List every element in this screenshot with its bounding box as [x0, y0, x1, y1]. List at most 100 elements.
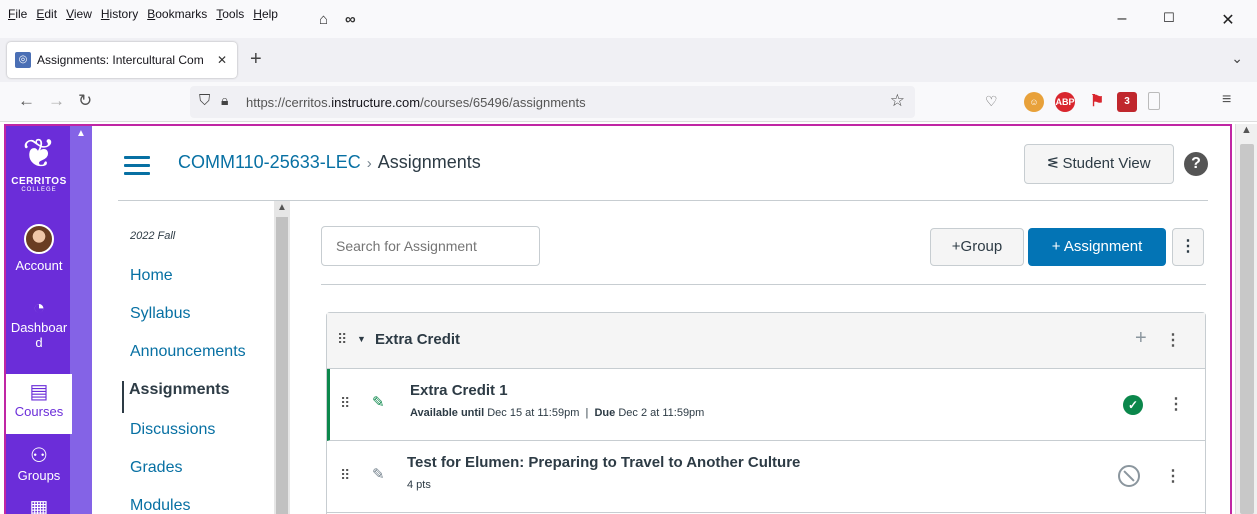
assignment-title[interactable]: Extra Credit 1	[410, 382, 508, 399]
nav-account-label: Account	[15, 258, 63, 273]
assignment-group-title[interactable]: Extra Credit	[375, 331, 460, 348]
reload-icon[interactable]: ↻	[78, 91, 92, 111]
logo-name: CERRITOS	[11, 176, 67, 187]
assignment-row[interactable]: ⠿ ✎ Test for Elumen: Preparing to Travel…	[327, 441, 1205, 513]
tab-assignments[interactable]: ◎ Assignments: Intercultural Com ✕	[7, 42, 237, 78]
scroll-up-icon[interactable]: ▲	[76, 128, 86, 139]
assignment-row[interactable]: ⠿ ✎ Extra Credit 1 Available until Dec 1…	[327, 369, 1205, 441]
page-scroll-thumb[interactable]	[1240, 144, 1254, 514]
course-nav-grades[interactable]: Grades	[125, 459, 182, 477]
course-nav-scrollbar[interactable]: ▲	[274, 201, 290, 514]
drag-handle-icon[interactable]: ⠿	[340, 467, 350, 484]
nav-calendar[interactable]: ▦	[6, 496, 72, 514]
course-menu-toggle[interactable]	[124, 156, 150, 180]
breadcrumb: COMM110-25633-LEC › Assignments	[178, 152, 481, 173]
nav-courses[interactable]: ▤ Courses	[6, 374, 72, 434]
unpublished-icon[interactable]	[1118, 465, 1140, 487]
nav-courses-label: Courses	[14, 404, 64, 419]
close-window-icon[interactable]: ✕	[1218, 10, 1238, 30]
breadcrumb-separator: ›	[366, 155, 372, 172]
menu-file[interactable]: File	[8, 7, 27, 21]
url-bar[interactable]: ⛉ 🔒︎ https://cerritos.instructure.com/co…	[190, 86, 915, 118]
drag-handle-icon[interactable]: ⠿	[340, 395, 350, 412]
adblock-icon[interactable]: ABP	[1055, 92, 1075, 112]
course-nav-syllabus[interactable]: Syllabus	[125, 305, 190, 323]
breadcrumb-course[interactable]: COMM110-25633-LEC	[178, 152, 361, 172]
cerritos-logo[interactable]: ❦ CERRITOS COLLEGE	[6, 132, 72, 193]
scroll-up-icon[interactable]: ▲	[277, 202, 287, 213]
course-nav-announcements[interactable]: Announcements	[125, 343, 246, 361]
student-view-label: Student View	[1062, 155, 1151, 172]
maximize-icon[interactable]: ☐	[1159, 10, 1179, 26]
bird-logo-icon: ❦	[22, 132, 56, 176]
nav-dashboard-label-line2: d	[35, 335, 43, 350]
extension-flag-icon[interactable]: ⚑	[1087, 92, 1107, 112]
nav-groups[interactable]: ⚇ Groups	[6, 444, 72, 483]
assignment-points: 4 pts	[407, 479, 431, 491]
drag-handle-icon[interactable]: ⠿	[337, 331, 347, 348]
term-label: 2022 Fall	[130, 230, 176, 242]
global-nav-scrollbar[interactable]: ▲	[70, 126, 92, 514]
infinity-icon[interactable]: ∞	[345, 11, 356, 28]
nav-groups-label: Groups	[17, 468, 61, 483]
menu-help[interactable]: Help	[253, 7, 278, 21]
add-assignment-button[interactable]: + Assignment	[1028, 228, 1166, 266]
add-group-button[interactable]: +Group	[930, 228, 1024, 266]
assignment-dates: Available until Dec 15 at 11:59pm | Due …	[410, 407, 705, 419]
canvas-favicon-icon: ◎	[15, 52, 31, 68]
bookmark-star-icon[interactable]: ☆	[890, 91, 905, 111]
collapse-caret-icon[interactable]: ▼	[357, 334, 366, 344]
scroll-up-icon[interactable]: ▲	[1241, 124, 1252, 136]
tracking-shield-icon[interactable]: ⛉	[199, 92, 210, 109]
student-view-button[interactable]: ᓬ Student View	[1024, 144, 1174, 184]
help-icon[interactable]: ?	[1184, 152, 1208, 176]
minimize-icon[interactable]: –	[1112, 10, 1132, 28]
new-tab-icon[interactable]: +	[250, 48, 262, 71]
avatar	[24, 224, 54, 254]
menu-history[interactable]: History	[101, 7, 138, 21]
menu-bookmarks[interactable]: Bookmarks	[147, 7, 207, 21]
forward-icon[interactable]: →	[48, 91, 65, 111]
tab-close-icon[interactable]: ✕	[217, 53, 227, 67]
navigation-toolbar: ← → ↻ ⛉ 🔒︎ https://cerritos.instructure.…	[0, 82, 1257, 122]
extension-blank-icon[interactable]	[1148, 92, 1160, 110]
assignment-icon: ✎	[372, 466, 385, 483]
add-to-group-icon[interactable]: +	[1135, 327, 1147, 350]
lock-icon[interactable]: 🔒︎	[221, 92, 228, 109]
settings-kebab-icon[interactable]: ⋮	[1172, 228, 1204, 266]
search-assignment-input[interactable]	[321, 226, 540, 266]
canvas-page: ▲ ❦ CERRITOS COLLEGE Account ◔ Dashboar …	[4, 124, 1232, 514]
assignment-icon: ✎	[372, 394, 385, 411]
menu-view[interactable]: View	[66, 7, 92, 21]
app-menu-icon[interactable]: ≡	[1222, 91, 1231, 109]
course-nav-discussions[interactable]: Discussions	[125, 421, 215, 439]
assignment-kebab-icon[interactable]: ⋮	[1168, 394, 1184, 414]
nav-dashboard-label-line1: Dashboar	[10, 320, 68, 335]
published-check-icon[interactable]: ✓	[1123, 395, 1143, 415]
browser-menubar: File Edit View History Bookmarks Tools H…	[0, 0, 1257, 38]
back-icon[interactable]: ←	[18, 91, 35, 111]
extension-avatar-icon[interactable]: ☺	[1024, 92, 1044, 112]
menu-edit[interactable]: Edit	[36, 7, 57, 21]
home-icon[interactable]: ⌂	[319, 11, 328, 28]
group-kebab-icon[interactable]: ⋮	[1165, 330, 1181, 350]
pocket-icon[interactable]: ♡	[985, 93, 998, 110]
nav-account[interactable]: Account	[6, 224, 72, 273]
logo-sub: COLLEGE	[21, 187, 57, 193]
global-navigation: ▲ ❦ CERRITOS COLLEGE Account ◔ Dashboar …	[6, 126, 92, 514]
course-nav-home[interactable]: Home	[125, 267, 173, 285]
course-nav-scroll-thumb[interactable]	[276, 217, 288, 514]
assignment-title[interactable]: Test for Elumen: Preparing to Travel to …	[407, 454, 800, 471]
course-nav-assignments[interactable]: Assignments	[122, 381, 229, 413]
tab-list-chevron-icon[interactable]: ⌄	[1231, 50, 1243, 67]
url-text[interactable]: https://cerritos.instructure.com/courses…	[246, 95, 586, 110]
page-scrollbar[interactable]: ▲	[1235, 124, 1257, 514]
calendar-icon: ▦	[29, 497, 49, 514]
assignment-kebab-icon[interactable]: ⋮	[1165, 466, 1181, 486]
course-navigation: 2022 Fall Home Syllabus Announcements As…	[118, 201, 290, 514]
assignment-group-header[interactable]: ⠿ ▼ Extra Credit + ⋮	[327, 313, 1205, 369]
menu-tools[interactable]: Tools	[216, 7, 244, 21]
extension-calendar-icon[interactable]: 3	[1117, 92, 1137, 112]
nav-dashboard[interactable]: ◔ Dashboar d	[6, 296, 72, 350]
course-nav-modules[interactable]: Modules	[125, 497, 190, 514]
